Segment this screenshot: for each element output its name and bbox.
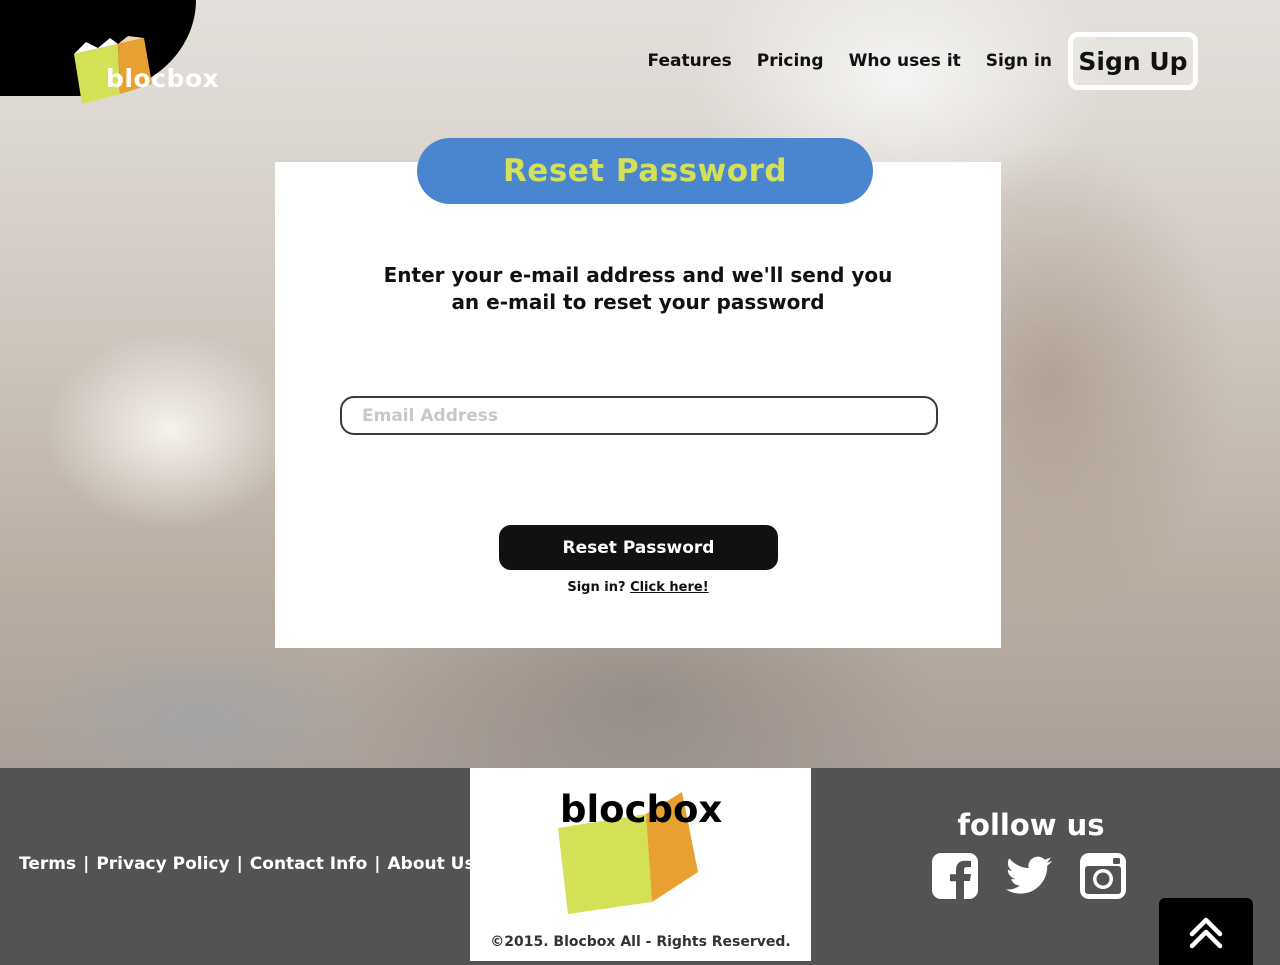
footer-brand-panel: blocbox ©2015. Blocbox All - Rights Rese…: [470, 768, 811, 961]
logo-text: blocbox: [106, 64, 220, 93]
footer-link-privacy-policy[interactable]: Privacy Policy: [96, 854, 229, 874]
follow-us-heading: follow us: [957, 808, 1105, 842]
nav-who-uses-it[interactable]: Who uses it: [849, 51, 961, 71]
signup-button[interactable]: Sign Up: [1068, 32, 1198, 90]
double-chevron-up-icon: [1189, 917, 1223, 948]
footer-logo-text: blocbox: [560, 788, 723, 831]
twitter-icon[interactable]: [1006, 852, 1054, 900]
footer-link-contact-info[interactable]: Contact Info: [250, 854, 367, 874]
footer-link-terms[interactable]: Terms: [19, 854, 76, 874]
copyright-text: ©2015. Blocbox All - Rights Reserved.: [490, 934, 791, 950]
footer-links: Terms | Privacy Policy | Contact Info | …: [19, 854, 475, 874]
card-instructions: Enter your e-mail address and we'll send…: [275, 262, 1001, 316]
reset-password-button[interactable]: Reset Password: [499, 525, 778, 570]
footer-separator: |: [83, 854, 90, 874]
back-to-top-button[interactable]: [1159, 898, 1253, 965]
instagram-icon[interactable]: [1079, 852, 1127, 900]
facebook-icon[interactable]: [931, 852, 979, 900]
reset-password-card: Enter your e-mail address and we'll send…: [275, 162, 1001, 648]
signin-line: Sign in? Click here!: [275, 580, 1001, 595]
footer-link-about-us[interactable]: About Us: [388, 854, 475, 874]
instructions-line-1: Enter your e-mail address and we'll send…: [383, 263, 893, 287]
signin-link[interactable]: Click here!: [630, 580, 709, 595]
nav-features[interactable]: Features: [648, 51, 732, 71]
footer: Terms | Privacy Policy | Contact Info | …: [0, 768, 1280, 965]
main-nav: Features Pricing Who uses it Sign in Sig…: [648, 32, 1198, 90]
footer-separator: |: [236, 854, 243, 874]
footer-separator: |: [374, 854, 381, 874]
nav-pricing[interactable]: Pricing: [757, 51, 824, 71]
card-title: Reset Password: [417, 138, 873, 204]
header-logo[interactable]: blocbox: [72, 34, 222, 106]
email-field[interactable]: [340, 396, 938, 435]
signin-prompt: Sign in?: [567, 580, 626, 595]
instructions-line-2: an e-mail to reset your password: [451, 290, 825, 314]
nav-sign-in[interactable]: Sign in: [986, 51, 1052, 71]
